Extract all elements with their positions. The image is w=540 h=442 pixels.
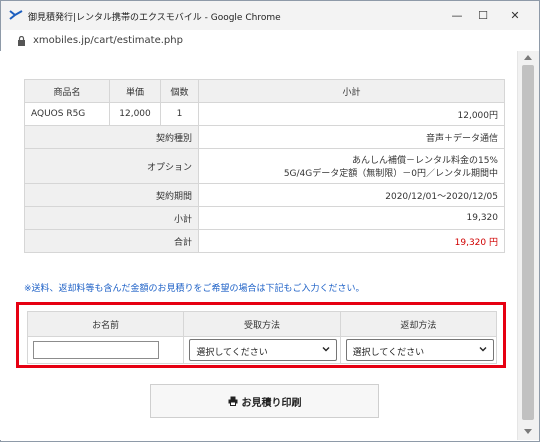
maximize-button[interactable]: ☐	[471, 5, 495, 25]
item-subtotal: 12,000円	[198, 102, 505, 126]
contract-type-value: 音声＋データ通信	[198, 125, 505, 149]
subtotal-value: 19,320	[198, 206, 505, 230]
chevron-down-icon	[322, 347, 330, 352]
printer-icon	[228, 396, 237, 406]
scroll-down-icon[interactable]	[524, 429, 532, 434]
option-value: あんしん補償－レンタル料金の15% 5G/4Gデータ定額（無制限）－0円／レンタ…	[198, 148, 505, 184]
option-label: オプション	[24, 148, 199, 184]
print-button-label: お見積り印刷	[241, 397, 302, 409]
vertical-scrollbar[interactable]	[517, 51, 539, 440]
name-header: お名前	[26, 311, 185, 337]
option-line-2: 5G/4Gデータ定額（無制限）－0円／レンタル期間中	[283, 169, 498, 179]
lock-icon	[18, 36, 25, 46]
window-title: 御見積発行|レンタル携帯のエクスモバイル - Google Chrome	[28, 13, 281, 23]
chevron-down-icon	[479, 347, 487, 352]
scrollbar-thumb[interactable]	[522, 65, 534, 420]
page-content: 商品名 単価 個数 小計 AQUOS R5G 12,000 1 12,000円 …	[0, 51, 517, 440]
subtotal-label: 小計	[24, 206, 199, 230]
estimate-table: 商品名 単価 個数 小計 AQUOS R5G 12,000 1 12,000円 …	[24, 79, 505, 253]
table-row: オプション あんしん補償－レンタル料金の15% 5G/4Gデータ定額（無制限）－…	[24, 148, 505, 184]
table-header-row: 商品名 単価 個数 小計	[24, 79, 505, 103]
column-header-subtotal: 小計	[198, 79, 505, 103]
table-row: 契約期間 2020/12/01～2020/12/05	[24, 183, 505, 207]
url-text: xmobiles.jp/cart/estimate.php	[33, 35, 183, 46]
return-method-select[interactable]: 選択してください	[345, 339, 494, 361]
unit-price: 12,000	[109, 102, 161, 126]
total-value: 19,320 円	[198, 229, 505, 253]
product-name: AQUOS R5G	[24, 102, 110, 126]
print-estimate-button[interactable]: お見積り印刷	[150, 384, 379, 418]
name-input[interactable]	[33, 341, 159, 359]
receive-method-header: 受取方法	[183, 311, 341, 337]
receive-method-select[interactable]: 選択してください	[189, 339, 338, 361]
scroll-up-icon[interactable]	[524, 55, 532, 60]
table-row: 合計 19,320 円	[24, 229, 505, 253]
return-method-header: 返却方法	[339, 311, 498, 337]
column-header-price: 単価	[109, 79, 161, 103]
address-bar[interactable]: xmobiles.jp/cart/estimate.php	[1, 30, 539, 53]
minimize-button[interactable]: —	[445, 5, 469, 25]
contract-type-label: 契約種別	[24, 125, 199, 149]
column-header-product: 商品名	[24, 79, 110, 103]
highlight-box: お名前 受取方法 返却方法 選択してください 選択してください	[16, 302, 506, 368]
table-row: 契約種別 音声＋データ通信	[24, 125, 505, 149]
contract-period-label: 契約期間	[24, 183, 199, 207]
receive-method-selected: 選択してください	[196, 348, 268, 358]
table-row: AQUOS R5G 12,000 1 12,000円	[24, 102, 505, 126]
shipping-notice: ※送料、返却料等も含んだ金額のお見積りをご希望の場合は下記もご入力ください。	[24, 284, 365, 294]
xmobile-logo-icon	[9, 10, 23, 20]
return-method-selected: 選択してください	[352, 348, 425, 358]
title-bar: 御見積発行|レンタル携帯のエクスモバイル - Google Chrome — ☐…	[1, 1, 539, 31]
customer-form-table: お名前 受取方法 返却方法 選択してください 選択してください	[26, 311, 498, 364]
contract-period-value: 2020/12/01～2020/12/05	[198, 183, 505, 207]
quantity: 1	[160, 102, 199, 126]
option-line-1: あんしん補償－レンタル料金の15%	[351, 156, 498, 166]
table-row: 小計 19,320	[24, 206, 505, 230]
close-button[interactable]: ✕	[503, 5, 527, 25]
column-header-quantity: 個数	[160, 79, 199, 103]
total-label: 合計	[24, 229, 199, 253]
